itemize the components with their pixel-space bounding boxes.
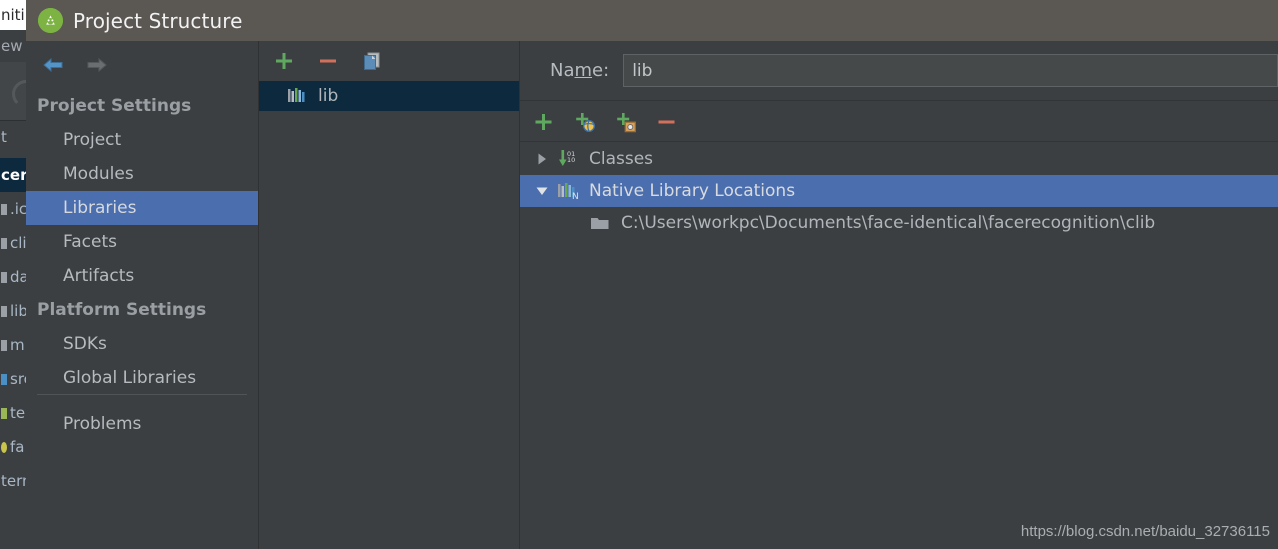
libraries-list-panel: lib (259, 41, 520, 549)
library-roots-tree: 01 10 Classes N Native Library Locations C:\U… (520, 143, 1278, 549)
module-chip-icon (1, 204, 7, 215)
name-label-prefix: Na (550, 60, 575, 81)
tree-row[interactable]: N Native Library Locations (520, 175, 1278, 207)
sidebar-item-artifacts[interactable]: Artifacts (26, 259, 258, 293)
sidebar-item-label: Global Libraries (63, 368, 197, 388)
library-list-item[interactable]: lib (259, 81, 519, 111)
background-tree-row[interactable]: tern (0, 464, 26, 498)
libraries-toolbar (259, 41, 519, 81)
background-tree-label: cere (1, 166, 26, 184)
module-chip-icon (1, 238, 7, 249)
sidebar-item-label: SDKs (63, 334, 107, 354)
background-ide-strip: niti ew t cere .ic cli da lib m src te fa tern (0, 0, 26, 549)
module-chip-icon (1, 408, 7, 419)
settings-navigation-panel: Project Settings Project Modules Libraries F… (26, 41, 259, 549)
background-tree-label: .ic (10, 200, 26, 218)
sidebar-item-sdks[interactable]: SDKs (26, 327, 258, 361)
arrow-right-icon[interactable] (84, 54, 110, 76)
sidebar-item-facets[interactable]: Facets (26, 225, 258, 259)
nav-history-toolbar (26, 41, 258, 89)
settings-category-list: Project Settings Project Modules Libraries F… (26, 89, 258, 395)
sidebar-item-global-libraries[interactable]: Global Libraries (26, 361, 258, 395)
background-tree-label: tern (1, 472, 26, 490)
background-tree-label: fa (10, 438, 25, 456)
libraries-list: lib (259, 81, 519, 549)
dialog-titlebar: Project Structure (26, 0, 1278, 41)
refresh-arc-icon (12, 80, 26, 108)
sidebar-item-label: Artifacts (63, 266, 135, 286)
svg-text:10: 10 (567, 156, 575, 164)
module-chip-icon (1, 442, 7, 453)
svg-text:N: N (572, 192, 579, 200)
library-name-label: Name: (550, 60, 609, 81)
sidebar-item-problems[interactable]: Problems (26, 407, 258, 441)
library-icon (287, 87, 309, 105)
sidebar-item-label: Project (63, 130, 122, 150)
background-tree-label: te (10, 404, 26, 422)
watermark-text: https://blog.csdn.net/baidu_32736115 (1020, 523, 1270, 540)
background-tree-label: cli (10, 234, 26, 252)
library-roots-toolbar (520, 102, 1278, 142)
background-tree-label: m (10, 336, 25, 354)
background-tree-row[interactable]: fa (0, 430, 26, 464)
library-name-input[interactable] (623, 54, 1278, 87)
background-tab-label: t (1, 128, 7, 146)
nav-group-title: Platform Settings (37, 300, 207, 320)
nav-group-title: Project Settings (37, 96, 192, 116)
background-toolbar (0, 62, 26, 121)
background-tree-label: lib (10, 302, 26, 320)
module-chip-icon (1, 340, 7, 351)
plus-icon[interactable] (531, 109, 557, 135)
chevron-right-icon[interactable] (528, 152, 556, 166)
nav-separator (37, 394, 247, 395)
sidebar-item-label: Modules (63, 164, 134, 184)
background-tree-label: da (10, 268, 26, 286)
background-tree-row[interactable]: te (0, 396, 26, 430)
sidebar-item-libraries[interactable]: Libraries (26, 191, 258, 225)
tree-row[interactable]: C:\Users\workpc\Documents\face-identical… (520, 207, 1278, 239)
background-editor-text: niti (0, 0, 26, 30)
background-tree-row[interactable]: m (0, 328, 26, 362)
library-name-row: Name: (520, 41, 1278, 101)
sidebar-item-label: Libraries (63, 198, 137, 218)
folder-icon (588, 215, 612, 231)
arrow-left-icon[interactable] (40, 54, 66, 76)
plus-globe-icon[interactable] (572, 109, 598, 135)
background-tree-label: src (10, 370, 26, 388)
background-tree-row[interactable]: da (0, 260, 26, 294)
tree-row-label: Native Library Locations (589, 181, 796, 201)
module-chip-icon (1, 306, 7, 317)
module-chip-icon (1, 272, 7, 283)
tree-row[interactable]: 01 10 Classes (520, 143, 1278, 175)
minus-icon[interactable] (315, 48, 341, 74)
background-tree-row[interactable]: src (0, 362, 26, 396)
module-chip-icon (1, 374, 7, 385)
chevron-down-icon[interactable] (528, 184, 556, 198)
background-tree-row[interactable]: lib (0, 294, 26, 328)
background-tree-row[interactable]: cli (0, 226, 26, 260)
project-structure-dialog: Project Structure Project Settings Projec… (26, 0, 1278, 549)
tree-row-label: Classes (589, 149, 654, 169)
minus-icon[interactable] (654, 109, 680, 135)
copy-icon[interactable] (359, 48, 385, 74)
native-library-icon: N (556, 182, 580, 200)
sidebar-item-modules[interactable]: Modules (26, 157, 258, 191)
library-list-item-label: lib (318, 86, 339, 106)
background-tree-row[interactable]: .ic (0, 192, 26, 226)
sidebar-item-label: Facets (63, 232, 117, 252)
screenshot-root: niti ew t cere .ic cli da lib m src te fa tern Pr… (0, 0, 1278, 549)
tree-row-label: C:\Users\workpc\Documents\face-identical… (621, 213, 1156, 233)
sidebar-item-project[interactable]: Project (26, 123, 258, 157)
library-details-panel: Name: lib 01 10 Classes N Native Library… (520, 41, 1278, 549)
plus-icon[interactable] (271, 48, 297, 74)
name-label-suffix: e: (592, 60, 610, 81)
plus-archive-icon[interactable] (613, 109, 639, 135)
android-studio-icon (38, 8, 63, 33)
background-menu-text: ew (0, 30, 26, 62)
classes-icon: 01 10 (556, 149, 580, 169)
dialog-title: Project Structure (73, 8, 243, 33)
background-tree-row[interactable]: cere (0, 158, 26, 192)
name-label-mnemonic: m (574, 60, 593, 81)
